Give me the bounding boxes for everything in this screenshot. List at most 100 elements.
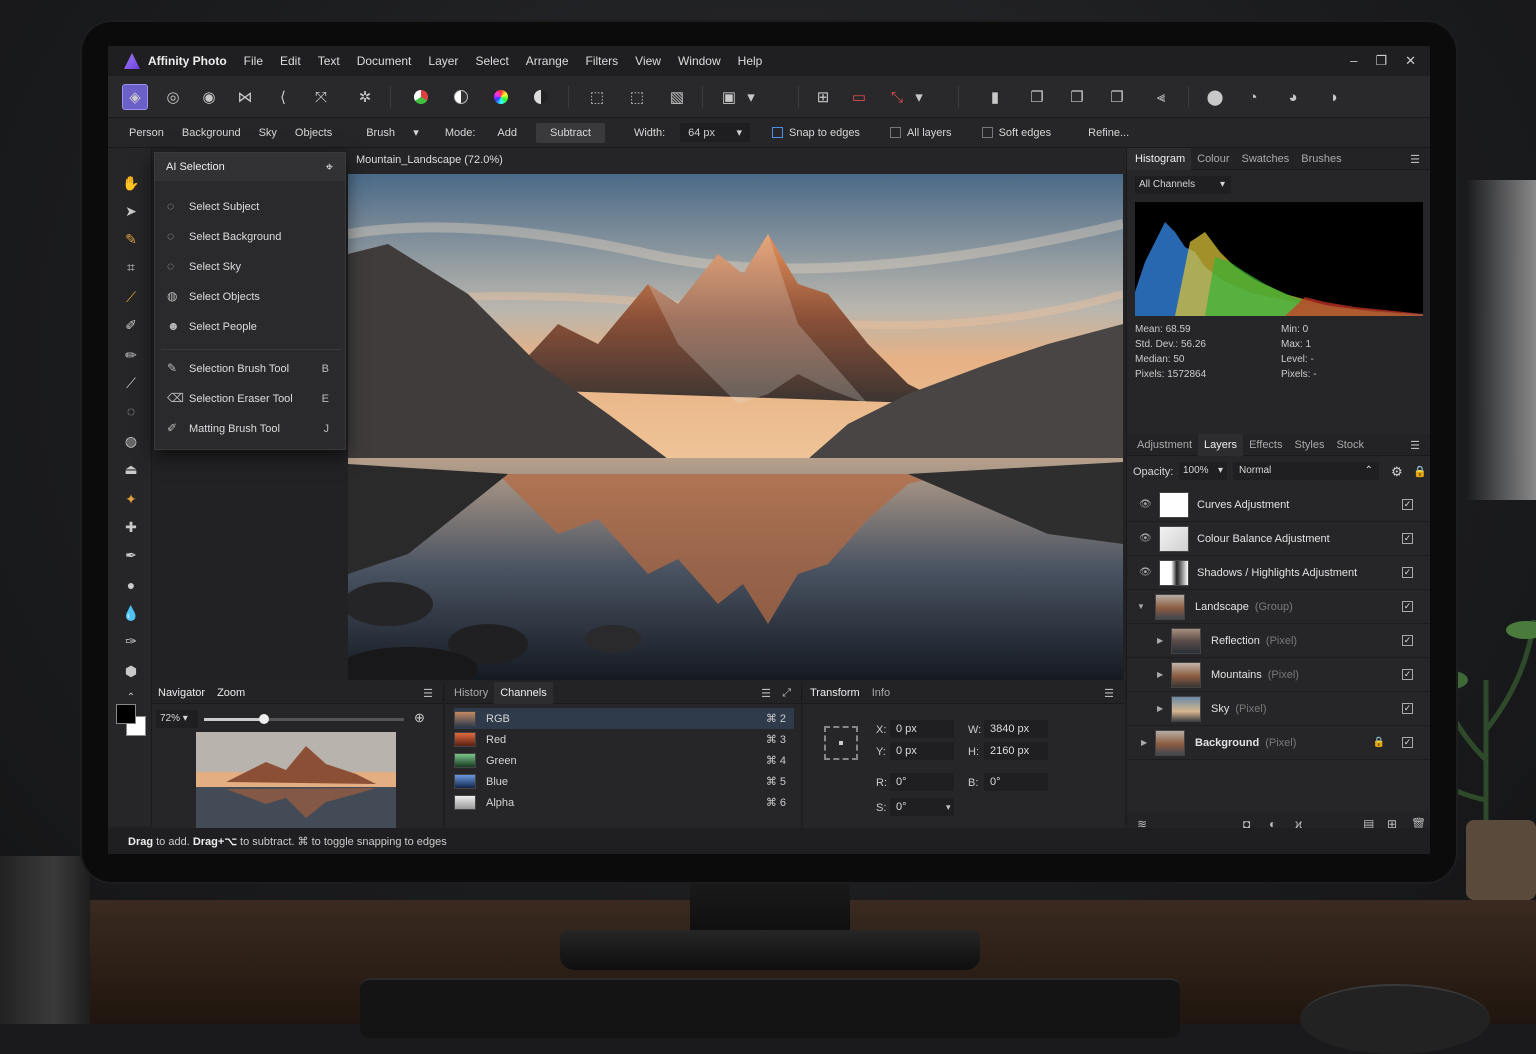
navigator-menu-icon[interactable]: ☰ xyxy=(423,687,433,700)
b-field[interactable]: 0° xyxy=(984,773,1048,791)
channel-dropdown[interactable]: All Channels ▾ xyxy=(1135,176,1231,194)
mode-sky-button[interactable]: Sky xyxy=(250,123,286,143)
width-field[interactable]: 64 px ▾ xyxy=(680,123,750,142)
sponge-tool-icon[interactable]: ● xyxy=(120,574,142,596)
menu-help[interactable]: Help xyxy=(738,54,763,68)
visibility-eye-icon[interactable]: 👁 xyxy=(1139,533,1152,544)
select-objects-item[interactable]: ◍ Select Objects xyxy=(155,283,345,311)
w-field[interactable]: 3840 px xyxy=(984,720,1048,738)
move-tool-icon[interactable]: ➤ xyxy=(120,200,142,222)
soft-edges-checkbox[interactable] xyxy=(981,127,993,138)
brush-dropdown[interactable]: Brush ▾ xyxy=(357,122,428,143)
channels-menu-icon[interactable]: ☰ xyxy=(761,687,771,700)
transform-icon[interactable]: ⤧ xyxy=(308,84,334,110)
layer-landscape-group[interactable]: ▼ Landscape (Group) ✓ xyxy=(1127,590,1430,624)
auto-contrast-icon[interactable] xyxy=(528,84,554,110)
white-balance-icon[interactable] xyxy=(448,84,474,110)
canvas-image[interactable] xyxy=(348,174,1123,680)
menu-filters[interactable]: Filters xyxy=(586,54,619,68)
expand-icon[interactable]: ⤢ xyxy=(782,687,791,700)
tab-swatches[interactable]: Swatches xyxy=(1236,153,1296,165)
minimize-button[interactable]: – xyxy=(1350,53,1357,69)
liquify-persona-icon[interactable]: ◎ xyxy=(160,84,186,110)
marquee-select-icon[interactable]: ⬚ xyxy=(584,84,610,110)
zoom-slider-track[interactable] xyxy=(204,714,404,724)
menu-select[interactable]: Select xyxy=(475,54,508,68)
maximize-button[interactable]: ❐ xyxy=(1375,53,1387,69)
opacity-field[interactable]: 100% ▾ xyxy=(1179,462,1227,480)
quick-mask-dropdown-icon[interactable]: ▾ xyxy=(744,84,758,110)
erase-tool-icon[interactable]: ◌ xyxy=(120,400,142,422)
layer-background[interactable]: ▶ Background (Pixel) 🔒 ✓ xyxy=(1127,726,1430,760)
mesh-warp-icon[interactable]: ⤡ xyxy=(884,84,910,110)
flood-select-tool-icon[interactable]: ✐ xyxy=(120,314,142,336)
zoom-field[interactable]: 72% ▾ xyxy=(156,710,198,728)
pen-tool-icon[interactable]: ✑ xyxy=(120,630,142,652)
add-button[interactable]: Add xyxy=(488,123,526,143)
layer-visible-checkbox[interactable]: ✓ xyxy=(1402,567,1413,578)
quick-mask-icon[interactable]: ▣ xyxy=(716,84,742,110)
foreground-color-swatch[interactable] xyxy=(116,704,136,724)
layer-reflection[interactable]: ▶ Reflection (Pixel) ✓ xyxy=(1127,624,1430,658)
arrange-front-icon[interactable]: ▮ xyxy=(982,84,1008,110)
crop-tool-icon[interactable]: ⌗ xyxy=(120,256,142,278)
channel-blue-row[interactable]: Blue ⌘ 5 xyxy=(454,771,794,792)
snapping-icon[interactable]: ⊞ xyxy=(810,84,836,110)
levels-icon[interactable] xyxy=(408,84,434,110)
selection-brush-tool-icon[interactable]: ⟋ xyxy=(120,286,142,308)
blend-mode-dropdown[interactable]: Normal ⌃ xyxy=(1233,462,1379,480)
assistant-icon[interactable]: ✲ xyxy=(352,84,378,110)
dodge-tool-icon[interactable]: ✦ xyxy=(120,488,142,510)
tab-channels[interactable]: Channels xyxy=(494,681,553,704)
tab-stock[interactable]: Stock xyxy=(1330,439,1370,451)
menu-layer[interactable]: Layer xyxy=(428,54,458,68)
collapse-chevron-icon[interactable]: ▼ xyxy=(1137,602,1145,611)
r-field[interactable]: 0° xyxy=(890,773,954,791)
x-field[interactable]: 0 px xyxy=(890,720,954,738)
tab-brushes[interactable]: Brushes xyxy=(1295,153,1347,165)
select-people-item[interactable]: ☻ Select People xyxy=(155,313,345,341)
arrange-backward-icon[interactable]: ❐ xyxy=(1064,84,1090,110)
boolean-xor-icon[interactable]: ◑ xyxy=(1320,84,1346,110)
color-picker-tool-icon[interactable]: ✎ xyxy=(120,228,142,250)
color-swatches[interactable] xyxy=(116,704,150,738)
histogram-menu-icon[interactable]: ☰ xyxy=(1410,153,1420,166)
layers-menu-icon[interactable]: ☰ xyxy=(1410,439,1420,452)
s-dropdown-icon[interactable]: ▾ xyxy=(946,802,951,813)
mode-objects-button[interactable]: Objects xyxy=(286,123,341,143)
layer-visible-checkbox[interactable]: ✓ xyxy=(1402,601,1413,612)
layer-sky[interactable]: ▶ Sky (Pixel) ✓ xyxy=(1127,692,1430,726)
layer-shadows-highlights[interactable]: 👁 Shadows / Highlights Adjustment ✓ xyxy=(1127,556,1430,590)
pin-icon[interactable]: ⌖ xyxy=(326,159,333,175)
mode-person-button[interactable]: Person xyxy=(120,123,173,143)
expand-chevron-icon[interactable]: ▶ xyxy=(1141,738,1147,747)
pencil-tool-icon[interactable]: ⟋ xyxy=(120,372,142,394)
layer-visible-checkbox[interactable]: ✓ xyxy=(1402,703,1413,714)
select-background-item[interactable]: ◌ Select Background xyxy=(155,223,345,251)
layer-visible-checkbox[interactable]: ✓ xyxy=(1402,533,1413,544)
all-layers-checkbox[interactable] xyxy=(889,127,901,138)
layer-curves[interactable]: 👁 Curves Adjustment ✓ xyxy=(1127,488,1430,522)
menu-window[interactable]: Window xyxy=(678,54,721,68)
paint-brush-tool-icon[interactable]: ✏ xyxy=(120,344,142,366)
tone-mapping-persona-icon[interactable]: ⋈ xyxy=(232,84,258,110)
selection-brush-tool-item[interactable]: ✎ Selection Brush Tool B xyxy=(155,355,345,383)
refine-button[interactable]: Refine... xyxy=(1079,123,1138,143)
invert-selection-icon[interactable]: ▧ xyxy=(664,84,690,110)
channel-rgb-row[interactable]: RGB ⌘ 2 xyxy=(454,708,794,729)
tab-colour[interactable]: Colour xyxy=(1191,153,1235,165)
tab-effects[interactable]: Effects xyxy=(1243,439,1288,451)
layer-colour-balance[interactable]: 👁 Colour Balance Adjustment ✓ xyxy=(1127,522,1430,556)
layer-visible-checkbox[interactable]: ✓ xyxy=(1402,635,1413,646)
layer-mountains[interactable]: ▶ Mountains (Pixel) ✓ xyxy=(1127,658,1430,692)
lock-icon[interactable]: 🔒 xyxy=(1413,465,1427,478)
h-field[interactable]: 2160 px xyxy=(984,742,1048,760)
align-icon[interactable]: ⫷ xyxy=(1148,84,1174,110)
boolean-subtract-icon[interactable]: ◔ xyxy=(1240,84,1266,110)
channel-alpha-row[interactable]: Alpha ⌘ 6 xyxy=(454,792,794,813)
boolean-intersect-icon[interactable]: ◕ xyxy=(1280,84,1306,110)
close-button[interactable]: ✕ xyxy=(1405,53,1416,69)
selection-eraser-tool-item[interactable]: ⌫ Selection Eraser Tool E xyxy=(155,385,345,413)
blur-tool-icon[interactable]: 💧 xyxy=(120,602,142,624)
tab-adjustment[interactable]: Adjustment xyxy=(1127,439,1198,451)
